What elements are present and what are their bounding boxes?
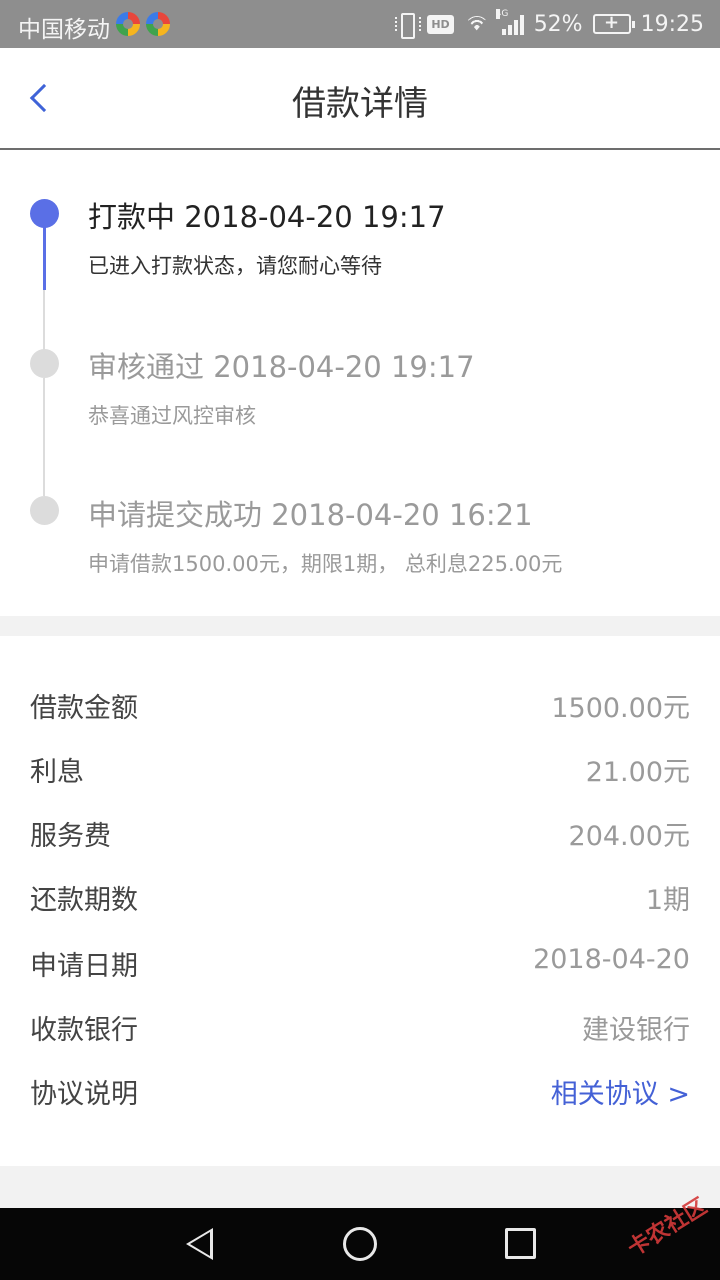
timeline-step-title: 审核通过 2018-04-20 19:17 [88, 350, 475, 384]
detail-value: 21.00元 [585, 757, 690, 788]
hd-icon: HD [427, 14, 454, 34]
loan-status-timeline: 打款中 2018-04-20 19:17 已进入打款状态，请您耐心等待 审核通过… [0, 150, 720, 616]
battery-percent: 52% [533, 11, 583, 37]
detail-label: 还款期数 [30, 885, 138, 916]
detail-value: 建设银行 [582, 1015, 690, 1046]
battery-charging-icon: + [592, 12, 635, 34]
system-nav-bar [0, 1208, 720, 1280]
detail-value: 2018-04-20 [533, 944, 690, 975]
detail-label: 借款金额 [30, 693, 138, 724]
page-title: 借款详情 [292, 84, 428, 124]
timeline-step-title: 打款中 2018-04-20 19:17 [88, 200, 446, 234]
nav-recents-icon[interactable] [505, 1228, 536, 1259]
detail-value: 1期 [645, 885, 690, 916]
detail-label: 利息 [30, 757, 84, 788]
agreement-link[interactable]: 相关协议 > [551, 1072, 690, 1111]
detail-row-amount: 借款金额 1500.00元 [0, 680, 720, 736]
timeline-step-desc: 恭喜通过风控审核 [88, 404, 256, 428]
timeline-connector [43, 378, 45, 496]
clock: 19:25 [640, 11, 704, 37]
vibrate-icon [395, 12, 422, 39]
detail-label: 服务费 [30, 821, 111, 852]
detail-row-service-fee: 服务费 204.00元 [0, 808, 720, 864]
signal-icon: 4G [495, 9, 524, 35]
app-notification-icon [116, 12, 140, 36]
timeline-dot [30, 496, 59, 525]
nav-home-icon[interactable] [343, 1227, 377, 1261]
detail-value: 204.00元 [568, 821, 690, 852]
app-header: 借款详情 [0, 48, 720, 150]
nav-back-icon[interactable] [186, 1228, 213, 1260]
timeline-step-desc: 申请借款1500.00元，期限1期， 总利息225.00元 [88, 552, 563, 576]
detail-row-apply-date: 申请日期 2018-04-20 [0, 938, 720, 994]
wifi-icon [464, 14, 490, 34]
carrier-label: 中国移动 [18, 17, 110, 43]
detail-row-interest: 利息 21.00元 [0, 744, 720, 800]
status-bar: 中国移动 HD 4G 52% + 19:25 [0, 0, 720, 48]
timeline-dot-active [30, 199, 59, 228]
timeline-dot [30, 349, 59, 378]
detail-row-terms: 还款期数 1期 [0, 872, 720, 928]
detail-label: 申请日期 [30, 951, 138, 982]
app-notification-icon [146, 12, 170, 36]
detail-row-bank: 收款银行 建设银行 [0, 1002, 720, 1058]
timeline-step-desc: 已进入打款状态，请您耐心等待 [88, 254, 382, 278]
timeline-step-title: 申请提交成功 2018-04-20 16:21 [88, 498, 533, 532]
detail-label: 收款银行 [30, 1015, 138, 1046]
detail-value: 1500.00元 [551, 693, 690, 724]
network-type-label: 4G [495, 9, 509, 19]
detail-row-agreement: 协议说明 相关协议 > [0, 1066, 720, 1122]
loan-details-list: 借款金额 1500.00元 利息 21.00元 服务费 204.00元 还款期数… [0, 636, 720, 1166]
detail-label: 协议说明 [30, 1079, 138, 1110]
